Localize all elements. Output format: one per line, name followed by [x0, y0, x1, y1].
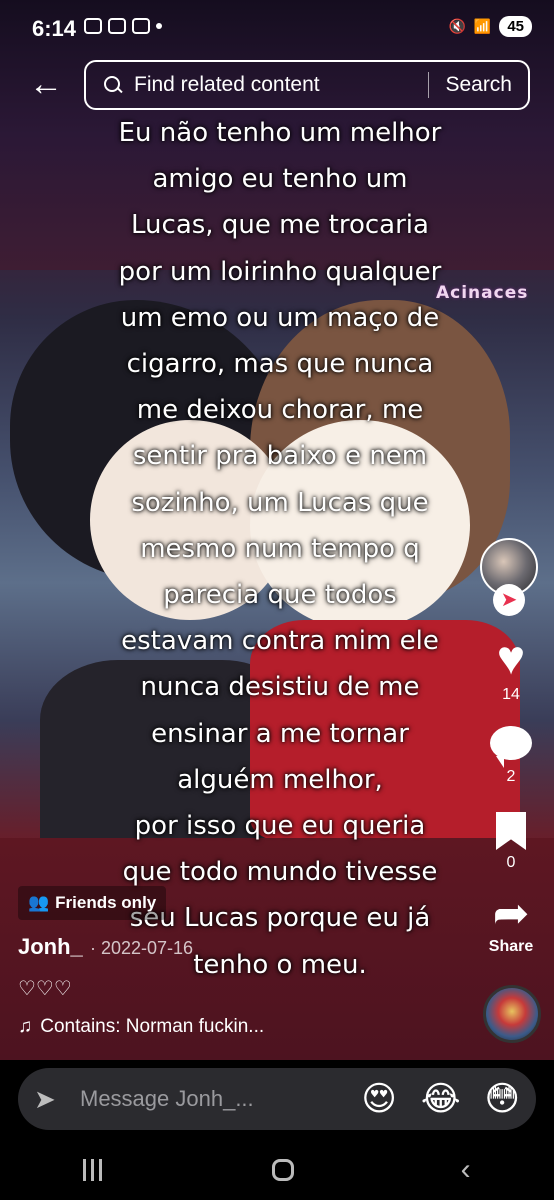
- comment-count: 2: [506, 768, 516, 785]
- heart-eyes-emoji-button[interactable]: 😍: [361, 1079, 396, 1119]
- music-disc[interactable]: [483, 985, 541, 1043]
- app-notification-icon: [108, 18, 126, 34]
- music-info[interactable]: ♫ Contains: Norman fuckin...: [18, 1016, 264, 1038]
- bookmark-icon: [496, 812, 526, 850]
- notification-icons: [84, 18, 162, 34]
- overlay-line: sentir pra baixo e nem: [132, 441, 428, 472]
- overlay-line: um emo ou um maço de: [120, 302, 440, 333]
- comment-icon: [490, 726, 532, 768]
- author-name[interactable]: Jonh_: [18, 934, 83, 960]
- share-label: Share: [488, 938, 534, 955]
- video-overlay-text: Eu não tenho um melhor amigo eu tenho um…: [60, 110, 500, 988]
- follow-arrow-icon: ➤: [500, 589, 518, 611]
- follow-button[interactable]: ➤: [493, 584, 525, 616]
- post-caption: ♡♡♡: [18, 978, 72, 1000]
- message-input[interactable]: Message Jonh_...: [80, 1086, 337, 1112]
- overlay-line: por isso que eu queria: [134, 811, 426, 842]
- bookmark-count: 0: [506, 854, 516, 871]
- search-input[interactable]: Find related content: [134, 73, 428, 97]
- friends-icon: 👥: [28, 893, 50, 912]
- overlay-line: alguém melhor,: [177, 764, 383, 795]
- battery-indicator: 45: [499, 16, 532, 37]
- post-date: · 2022-07-16: [90, 938, 194, 958]
- back-arrow-icon[interactable]: ←: [26, 66, 66, 106]
- wifi-icon: 📶: [473, 18, 492, 34]
- more-notifications-dot-icon: [156, 23, 162, 29]
- comment-button[interactable]: 2: [484, 726, 538, 786]
- bookmark-button[interactable]: 0: [484, 812, 538, 872]
- share-icon: ➦: [492, 889, 530, 938]
- overlay-line: Lucas, que me trocaria: [131, 210, 429, 241]
- app-notification-icon: [132, 18, 150, 34]
- system-icons: 🔇 📶 45: [448, 16, 532, 37]
- privacy-badge: 👥 Friends only: [18, 886, 167, 920]
- recent-apps-icon[interactable]: [83, 1159, 105, 1181]
- heart-icon: ♥: [496, 632, 526, 685]
- send-icon[interactable]: ➤: [34, 1084, 68, 1115]
- overlay-line: cigarro, mas que nunca: [126, 349, 434, 380]
- overlay-line: sozinho, um Lucas que: [131, 487, 429, 518]
- like-button[interactable]: ♥ 14: [484, 634, 538, 704]
- overlay-line: nunca desistiu de me: [140, 672, 420, 703]
- mute-icon: 🔇: [448, 18, 466, 34]
- overlay-line: estavam contra mim ele: [121, 626, 439, 657]
- music-note-icon: ♫: [18, 1016, 33, 1037]
- overlay-line: ensinar a me tornar: [151, 718, 409, 749]
- search-bar[interactable]: Find related content Search: [84, 60, 530, 110]
- like-count: 14: [502, 686, 520, 703]
- laughing-emoji-button[interactable]: 😂: [421, 1079, 461, 1119]
- overlay-line: mesmo num tempo q: [140, 533, 420, 564]
- overlay-line: por um loirinho qualquer: [118, 256, 442, 287]
- status-time: 6:14: [32, 16, 77, 41]
- share-button[interactable]: ➦ Share: [484, 892, 538, 956]
- status-bar: 6:14 🔇 📶 45: [0, 0, 554, 56]
- search-icon: [104, 76, 122, 94]
- home-icon[interactable]: [271, 1159, 294, 1181]
- back-icon[interactable]: ‹: [461, 1155, 471, 1185]
- overlay-line: amigo eu tenho um: [152, 164, 408, 195]
- privacy-label: Friends only: [55, 893, 157, 912]
- music-title: Contains: Norman fuckin...: [40, 1016, 265, 1037]
- system-nav-bar: ‹: [0, 1140, 554, 1200]
- message-bar[interactable]: ➤ Message Jonh_... 😍 😂 😳: [18, 1068, 536, 1130]
- overlay-line: me deixou chorar, me: [136, 395, 424, 426]
- overlay-line: Eu não tenho um melhor: [118, 118, 442, 148]
- overlay-line: parecia que todos: [163, 580, 397, 611]
- discord-icon: [84, 18, 102, 34]
- search-button[interactable]: Search: [429, 73, 528, 97]
- flushed-emoji-button[interactable]: 😳: [485, 1079, 520, 1119]
